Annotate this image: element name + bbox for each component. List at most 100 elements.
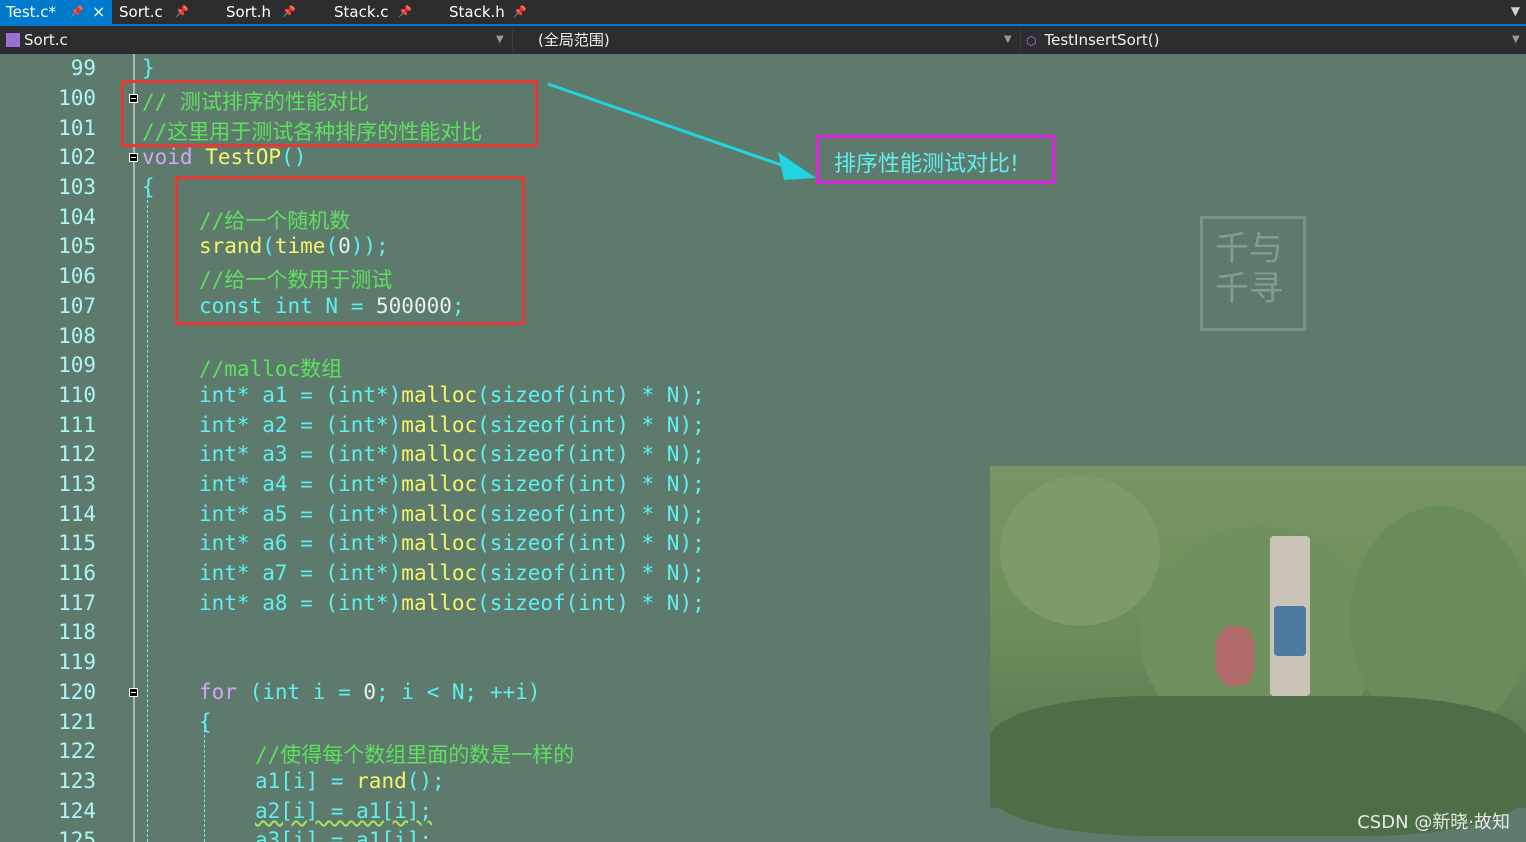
- method-icon: ⬡: [1026, 34, 1037, 48]
- line-number: 111: [58, 413, 96, 437]
- line-number: 114: [58, 502, 96, 526]
- tab-stack-h[interactable]: Stack.h 📌: [443, 0, 557, 24]
- punctuation: (): [281, 145, 307, 169]
- expression: (sizeof(int) * N);: [477, 502, 705, 526]
- line-number: 123: [58, 769, 96, 793]
- member-label: TestInsertSort(): [1044, 31, 1160, 49]
- project-dropdown[interactable]: Sort.c ▼: [6, 29, 506, 51]
- line-number: 101: [58, 116, 96, 140]
- expression: (sizeof(int) * N);: [477, 413, 705, 437]
- comment: //使得每个数组里面的数是一样的: [255, 743, 575, 767]
- tab-label: Stack.h: [449, 3, 505, 21]
- declaration: int* a6 = (int*): [199, 531, 402, 555]
- tab-label: Stack.c: [334, 3, 389, 21]
- tab-label: Sort.h: [226, 3, 272, 21]
- code-line: int* a2 = (int*)malloc(sizeof(int) * N);: [199, 413, 705, 437]
- background-image: [990, 466, 1526, 836]
- line-number: 122: [58, 739, 96, 763]
- tab-stack-c[interactable]: Stack.c 📌: [328, 0, 442, 24]
- code-line: int* a3 = (int*)malloc(sizeof(int) * N);: [199, 442, 705, 466]
- indent-guide: [147, 190, 148, 842]
- line-number: 105: [58, 234, 96, 258]
- declaration: int* a3 = (int*): [199, 442, 402, 466]
- tab-test-c[interactable]: Test.c* 📌 ×: [0, 0, 112, 24]
- expression: a2[i] = a1[i];: [255, 799, 433, 823]
- scope-dropdown[interactable]: (全局范围) ▼: [538, 29, 1014, 51]
- line-number: 112: [58, 442, 96, 466]
- brace: {: [142, 175, 155, 199]
- code-line: a3[i] = a1[i];: [255, 828, 432, 842]
- line-number: 106: [58, 264, 96, 288]
- brace: {: [199, 710, 212, 734]
- expression: (sizeof(int) * N);: [477, 442, 705, 466]
- code-line: int* a7 = (int*)malloc(sizeof(int) * N);: [199, 561, 705, 585]
- expression: (int i =: [236, 680, 364, 704]
- fold-toggle[interactable]: [129, 688, 138, 697]
- annotation-text: 排序性能测试对比!: [834, 152, 1019, 177]
- line-number: 108: [58, 324, 96, 348]
- tab-sort-h[interactable]: Sort.h 📌: [220, 0, 328, 24]
- expression: ; i < N; ++i): [376, 680, 541, 704]
- corn-field: [1000, 476, 1160, 626]
- code-line: int* a6 = (int*)malloc(sizeof(int) * N);: [199, 531, 705, 555]
- line-number: 103: [58, 175, 96, 199]
- close-icon[interactable]: ×: [92, 0, 105, 24]
- function-name: malloc: [401, 531, 478, 555]
- pin-icon[interactable]: 📌: [282, 0, 296, 24]
- stamp-logo: 千与千寻: [1200, 216, 1306, 331]
- code-line: }: [142, 56, 155, 80]
- pin-icon[interactable]: 📌: [398, 0, 412, 24]
- declaration: int* a8 = (int*): [199, 591, 402, 615]
- number: 0: [363, 680, 377, 704]
- expression: (sizeof(int) * N);: [477, 531, 705, 555]
- function-name: malloc: [401, 472, 478, 496]
- punctuation: ();: [406, 769, 445, 793]
- chevron-down-icon: ▼: [496, 34, 504, 45]
- function-name: rand: [356, 769, 407, 793]
- line-number: 100: [58, 86, 96, 110]
- function-name: malloc: [401, 561, 478, 585]
- line-number: 121: [58, 710, 96, 734]
- line-number: 99: [70, 56, 96, 80]
- stamp-text: 千与千寻: [1215, 229, 1283, 309]
- code-line: void TestOP(): [142, 145, 306, 169]
- expression: a1[i] =: [255, 769, 357, 793]
- function-name: TestOP: [192, 145, 282, 169]
- brace: }: [142, 56, 155, 80]
- line-number: 110: [58, 383, 96, 407]
- code-editor[interactable]: 千与千寻 99 100 101 102 103 104 105 106 107 …: [0, 54, 1526, 842]
- declaration: int* a1 = (int*): [199, 383, 402, 407]
- member-dropdown[interactable]: ⬡ TestInsertSort() ▼: [1026, 29, 1520, 51]
- expression: (sizeof(int) * N);: [477, 591, 705, 615]
- code-line: for (int i = 0; i < N; ++i): [199, 680, 540, 704]
- declaration: int* a2 = (int*): [199, 413, 402, 437]
- line-number: 104: [58, 205, 96, 229]
- pin-icon[interactable]: 📌: [70, 0, 84, 24]
- expression: (sizeof(int) * N);: [477, 472, 705, 496]
- highlight-box-comments: [121, 80, 538, 147]
- pin-icon[interactable]: 📌: [513, 0, 527, 24]
- line-number: 107: [58, 294, 96, 318]
- pin-icon[interactable]: 📌: [175, 0, 189, 24]
- code-line: int* a1 = (int*)malloc(sizeof(int) * N);: [199, 383, 705, 407]
- expression: (sizeof(int) * N);: [477, 561, 705, 585]
- fold-toggle[interactable]: [129, 153, 138, 162]
- gutter-line: [133, 54, 135, 842]
- code-line: int* a4 = (int*)malloc(sizeof(int) * N);: [199, 472, 705, 496]
- line-number: 116: [58, 561, 96, 585]
- divider: [512, 30, 513, 50]
- keyword: for: [199, 680, 237, 704]
- chevron-down-icon[interactable]: ▼: [1511, 4, 1520, 18]
- tab-label: Test.c*: [6, 3, 57, 21]
- highlight-box-setup: [175, 176, 525, 325]
- function-name: malloc: [401, 442, 478, 466]
- line-number: 125: [58, 828, 96, 842]
- keyword: void: [142, 145, 193, 169]
- function-name: malloc: [401, 413, 478, 437]
- chevron-down-icon: ▼: [1512, 34, 1520, 45]
- comment: //malloc数组: [199, 357, 343, 381]
- tab-sort-c[interactable]: Sort.c 📌: [113, 0, 219, 24]
- expression: a3[i] = a1[i];: [255, 828, 433, 842]
- code-line: a2[i] = a1[i];: [255, 799, 432, 823]
- tab-label: Sort.c: [119, 3, 163, 21]
